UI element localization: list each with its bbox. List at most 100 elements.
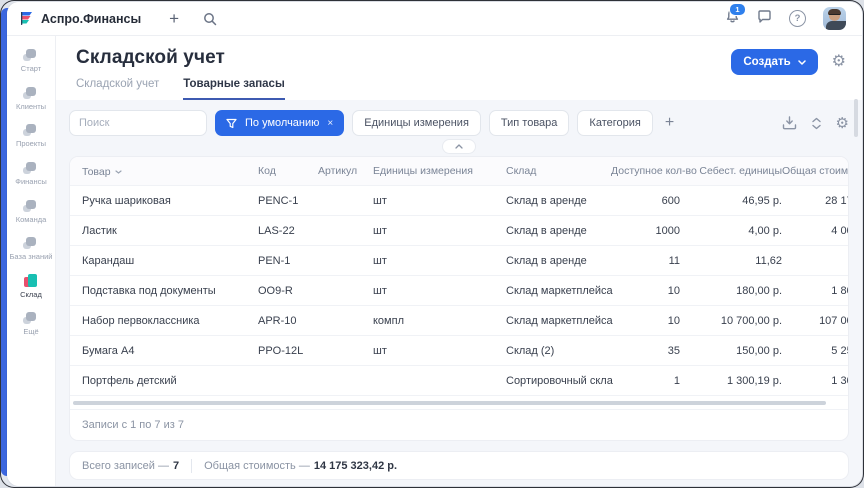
sidebar-item-label: Команда [16, 216, 47, 225]
sidebar-item[interactable]: Проекты [8, 119, 54, 154]
search-input[interactable] [69, 110, 207, 136]
page-settings-button[interactable]: ⚙ [832, 54, 846, 70]
notifications-button[interactable]: 1 [725, 8, 740, 29]
create-button[interactable]: Создать [731, 49, 817, 75]
cell-code: PEN-1 [258, 255, 318, 267]
cell-unit: шт [373, 255, 506, 267]
total-records-value: 7 [173, 460, 179, 472]
column-header-warehouse[interactable]: Склад [506, 165, 611, 177]
table-row[interactable]: Карандаш PEN-1 шт Склад в аренде 11 11,6… [70, 246, 848, 276]
projects-icon [23, 123, 39, 137]
cell-qty: 1 [611, 375, 680, 387]
messages-button[interactable] [757, 9, 772, 29]
column-header-unit[interactable]: Единицы измерения [373, 165, 506, 177]
cell-warehouse: Склад (2) [506, 345, 611, 357]
sidebar-item[interactable]: Клиенты [8, 82, 54, 117]
cell-unit-cost: 10 700,00 р. [680, 315, 782, 327]
summary-divider [191, 459, 192, 473]
cell-qty: 10 [611, 315, 680, 327]
avatar-figure [826, 21, 846, 30]
inventory-table-card: Товар Код Артикул Единицы измерения Скла… [69, 156, 849, 441]
cell-total-cost: 1 800,0 [782, 285, 848, 297]
cell-code: PENC-1 [258, 195, 318, 207]
table-row[interactable]: Подставка под документы OO9-R шт Склад м… [70, 276, 848, 306]
vertical-scrollbar[interactable] [854, 99, 858, 137]
collapse-rows-icon[interactable] [811, 117, 822, 130]
warehouse-icon [23, 274, 39, 288]
knowledge-base-icon [23, 236, 39, 250]
filter-chip[interactable]: Тип товара [489, 110, 570, 136]
table-row[interactable]: Портфель детский Сортировочный скла 1 1 … [70, 366, 848, 396]
table-row[interactable]: Ручка шариковая PENC-1 шт Склад в аренде… [70, 186, 848, 216]
sidebar-item[interactable]: Команда [8, 195, 54, 230]
horizontal-scrollbar[interactable] [73, 401, 826, 405]
app-name: Аспро.Финансы [41, 12, 141, 26]
team-icon [23, 199, 39, 213]
tab[interactable]: Товарные запасы [183, 78, 285, 100]
cell-code: APR-10 [258, 315, 318, 327]
table-row[interactable]: Набор первоклассника APR-10 компл Склад … [70, 306, 848, 336]
quick-add-button[interactable]: + [163, 8, 185, 30]
cell-product: Ластик [70, 225, 258, 237]
cell-unit: шт [373, 225, 506, 237]
help-button[interactable]: ? [789, 10, 806, 27]
column-header-unit-cost[interactable]: Себест. единицы [680, 165, 782, 177]
cell-total-cost: 4 000,0 [782, 225, 848, 237]
cell-product: Ручка шариковая [70, 195, 258, 207]
cell-total-cost: 28 170,5 [782, 195, 848, 207]
cell-qty: 600 [611, 195, 680, 207]
collapse-filters-button[interactable] [442, 139, 476, 154]
sidebar-item-label: База знаний [10, 253, 53, 262]
table-row[interactable]: Бумага А4 PPO-12L шт Склад (2) 35 150,00… [70, 336, 848, 366]
column-header-total-cost[interactable]: Общая стоимость [782, 165, 848, 177]
page-body: По умолчанию × Единицы измерения Тип тов… [56, 100, 862, 486]
filter-chip[interactable]: Категория [577, 110, 652, 136]
filter-chip[interactable]: Единицы измерения [352, 110, 481, 136]
column-header-article[interactable]: Артикул [318, 165, 373, 177]
main-area: Складской учет Складской учет Товарные з… [56, 36, 862, 486]
cell-warehouse: Сортировочный скла [506, 375, 611, 387]
sidebar-item[interactable]: База знаний [8, 232, 54, 267]
tab[interactable]: Складской учет [76, 78, 159, 100]
column-header-qty[interactable]: Доступное кол-во [611, 165, 680, 177]
total-records-label: Всего записей — [82, 460, 169, 472]
download-icon[interactable] [782, 116, 797, 130]
table-settings-button[interactable]: ⚙ [836, 116, 849, 131]
column-header-code[interactable]: Код [258, 165, 318, 177]
chat-icon [757, 9, 772, 24]
cell-qty: 35 [611, 345, 680, 357]
total-cost-label: Общая стоимость — [204, 460, 310, 472]
sidebar-item[interactable]: Старт [8, 44, 54, 79]
app-logo[interactable]: Аспро.Финансы [19, 11, 141, 26]
cell-qty: 1000 [611, 225, 680, 237]
cell-product: Портфель детский [70, 375, 258, 387]
column-header-product[interactable]: Товар [70, 165, 258, 178]
cell-product: Бумага А4 [70, 345, 258, 357]
sidebar-item[interactable]: Финансы [8, 157, 54, 192]
total-cost-value: 14 175 323,42 р. [314, 460, 397, 472]
summary-bar: Всего записей — 7 Общая стоимость — 14 1… [69, 451, 849, 480]
cell-warehouse: Склад маркетплейса [506, 285, 611, 297]
search-button[interactable] [199, 8, 221, 30]
top-bar: Аспро.Финансы + 1 [7, 2, 862, 36]
cell-unit-cost: 150,00 р. [680, 345, 782, 357]
cell-product: Карандаш [70, 255, 258, 267]
cell-product: Подставка под документы [70, 285, 258, 297]
funnel-icon [226, 118, 237, 129]
cell-total-cost: 5 250,0 [782, 345, 848, 357]
cell-warehouse: Склад в аренде [506, 195, 611, 207]
clients-icon [23, 86, 39, 100]
search-icon [203, 12, 217, 26]
sidebar-item[interactable]: Склад [8, 270, 54, 305]
table-row[interactable]: Ластик LAS-22 шт Склад в аренде 1000 4,0… [70, 216, 848, 246]
cell-total-cost: 1 [782, 255, 848, 267]
cell-unit-cost: 11,62 [680, 255, 782, 267]
add-filter-button[interactable]: + [665, 114, 674, 132]
sort-icon [115, 170, 122, 174]
user-avatar[interactable] [823, 7, 846, 30]
remove-filter-icon[interactable]: × [327, 118, 333, 129]
sidebar-item[interactable]: Ещё [8, 307, 54, 342]
cell-warehouse: Склад маркетплейса [506, 315, 611, 327]
cell-product: Набор первоклассника [70, 315, 258, 327]
default-filter-chip[interactable]: По умолчанию × [215, 110, 344, 136]
